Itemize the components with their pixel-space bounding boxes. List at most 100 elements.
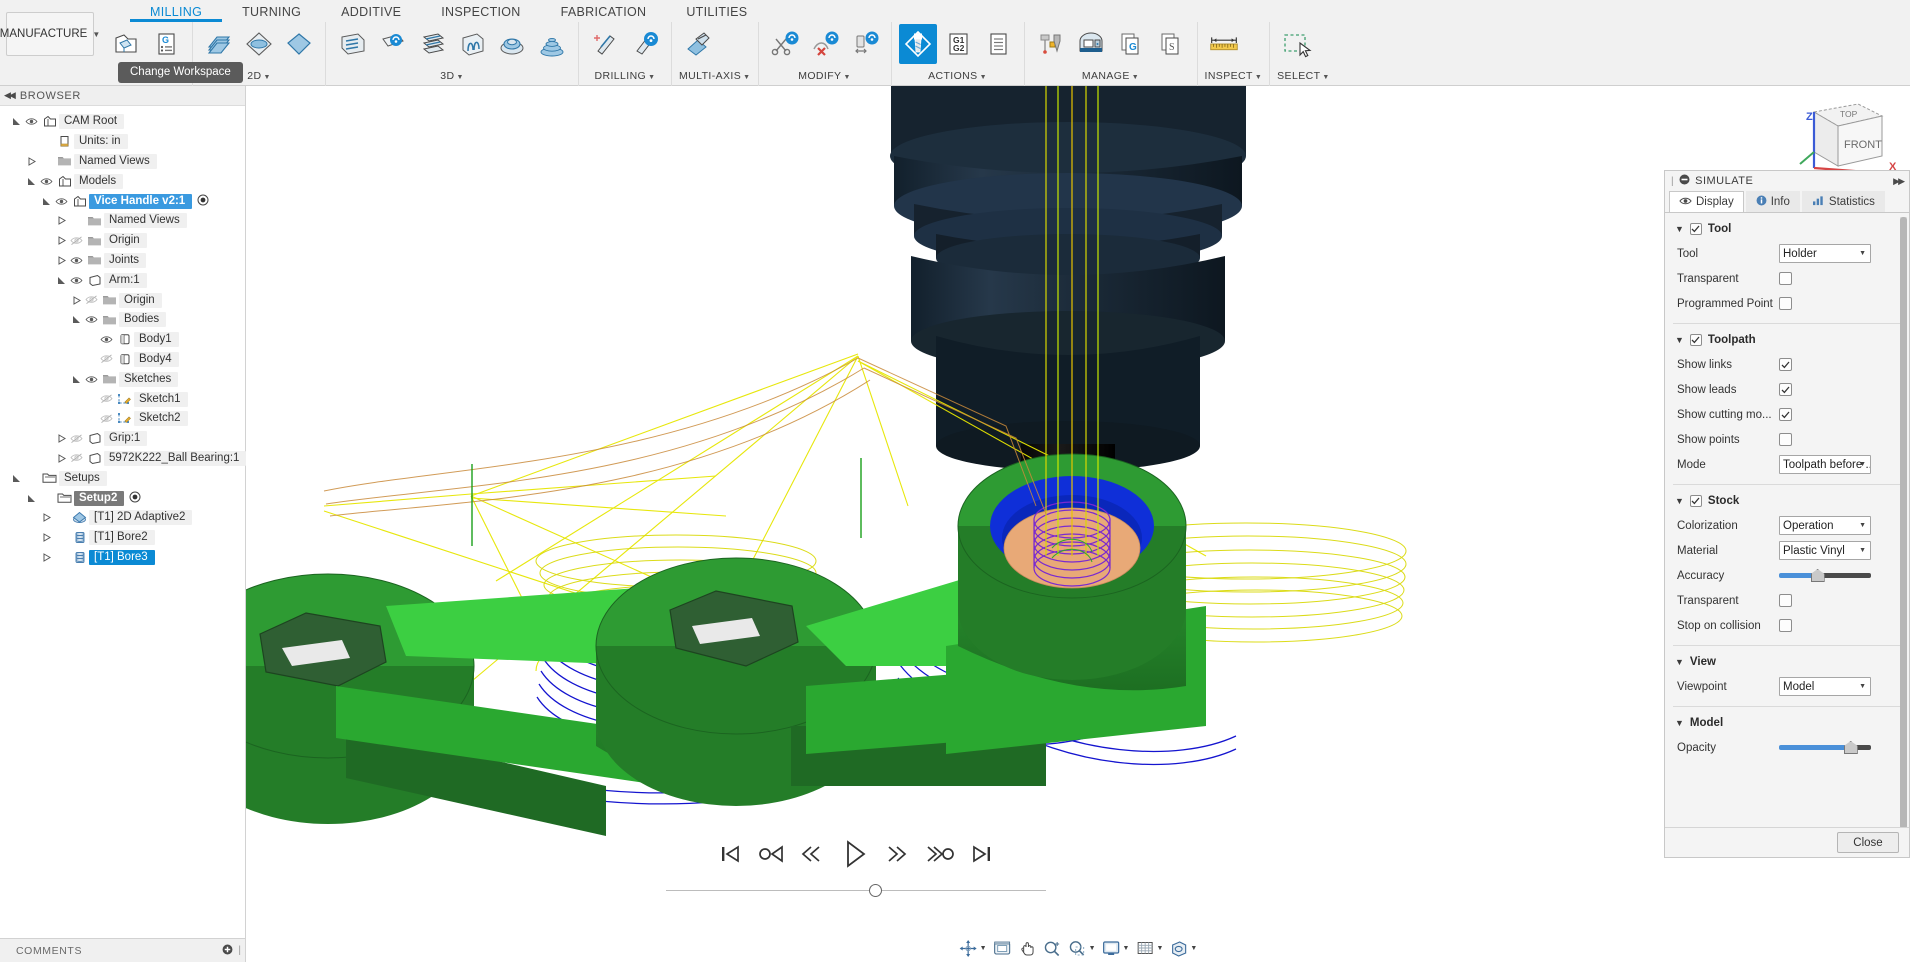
viewpoint-dropdown[interactable]: Model — [1779, 677, 1871, 696]
setup-sheet-icon[interactable]: G — [147, 24, 185, 64]
tab-inspection[interactable]: INSPECTION — [421, 0, 540, 22]
simulate-panel-scrollbar[interactable] — [1900, 217, 1907, 827]
panel-label-modify[interactable]: MODIFY▼ — [766, 70, 884, 86]
collapse-triangle-icon[interactable] — [70, 293, 83, 307]
collapse-triangle-icon[interactable] — [55, 214, 68, 228]
drill-icon[interactable] — [586, 24, 624, 64]
generate-nc-icon[interactable]: G1 G2 — [939, 24, 977, 64]
section-stock-header[interactable]: ▼ Stock — [1665, 491, 1909, 513]
section-model-header[interactable]: ▼ Model — [1665, 713, 1909, 735]
trim-toolpath-icon[interactable] — [766, 24, 804, 64]
fast-forward-button[interactable] — [884, 842, 910, 869]
eye-visible-icon[interactable] — [53, 194, 70, 208]
viewport-3d[interactable]: TOP FRONT Z X | SIMULATE ▶▶ — [246, 86, 1910, 962]
swarf-icon[interactable] — [679, 24, 717, 64]
skip-to-end-button[interactable] — [970, 842, 994, 869]
collapse-browser-icon[interactable]: ◀◀ — [4, 90, 14, 101]
tree-item-setup2[interactable]: Setup2 — [0, 488, 245, 508]
eye-hidden-icon[interactable] — [68, 234, 85, 248]
collapse-triangle-icon[interactable] — [55, 451, 68, 465]
panel-label-inspect[interactable]: INSPECT▼ — [1205, 70, 1263, 86]
eye-visible-icon[interactable] — [83, 372, 100, 386]
expand-triangle-icon[interactable] — [70, 372, 83, 386]
zoom-icon[interactable] — [1041, 937, 1064, 959]
collapse-triangle-icon[interactable] — [55, 253, 68, 267]
skip-to-start-button[interactable] — [718, 842, 742, 869]
tab-fabrication[interactable]: FABRICATION — [541, 0, 667, 22]
new-setup-icon[interactable] — [107, 24, 145, 64]
tab-utilities[interactable]: UTILITIES — [666, 0, 767, 22]
tab-turning[interactable]: TURNING — [222, 0, 321, 22]
expand-triangle-icon[interactable] — [10, 115, 23, 129]
tree-item-sketch1[interactable]: Sketch1 — [0, 389, 245, 409]
extend-toolpath-icon[interactable] — [846, 24, 884, 64]
template-library-icon[interactable]: S — [1152, 24, 1190, 64]
machine-library-icon[interactable] — [1072, 24, 1110, 64]
show-cutting-moves-checkbox[interactable] — [1779, 408, 1792, 421]
section-stock-checkbox[interactable] — [1690, 495, 1702, 507]
panel-label-actions[interactable]: ACTIONS▼ — [899, 70, 1017, 86]
tool-dropdown[interactable]: Holder — [1779, 244, 1871, 263]
expand-triangle-icon[interactable] — [25, 491, 38, 505]
collapse-circle-icon[interactable] — [1679, 174, 1690, 188]
tree-item-named-views[interactable]: Named Views — [0, 152, 245, 172]
tree-item-sketch2[interactable]: Sketch2 — [0, 409, 245, 429]
accuracy-slider[interactable] — [1779, 569, 1871, 583]
tab-display[interactable]: Display — [1669, 191, 1744, 212]
collapse-triangle-icon[interactable] — [40, 511, 53, 525]
grid-snaps-icon[interactable]: ▼ — [1133, 937, 1165, 959]
eye-hidden-icon[interactable] — [83, 293, 100, 307]
tool-library-icon[interactable] — [1032, 24, 1070, 64]
look-at-icon[interactable] — [991, 937, 1014, 959]
workspace-selector[interactable]: MANUFACTURE ▼ — [6, 12, 94, 56]
expand-triangle-icon[interactable] — [40, 194, 53, 208]
eye-visible-icon[interactable] — [68, 273, 85, 287]
select-window-icon[interactable] — [1277, 24, 1315, 64]
tree-item-setups[interactable]: Setups — [0, 468, 245, 488]
step-backward-button[interactable] — [758, 842, 784, 869]
eye-hidden-icon[interactable] — [68, 451, 85, 465]
eye-visible-icon[interactable] — [98, 333, 115, 347]
section-view-header[interactable]: ▼ View — [1665, 652, 1909, 674]
panel-label-multi-axis[interactable]: MULTI-AXIS▼ — [679, 70, 751, 86]
scallop-icon[interactable] — [533, 24, 571, 64]
collapse-triangle-icon[interactable] — [55, 234, 68, 248]
tree-item-body1[interactable]: Body1 — [0, 330, 245, 350]
tree-item-vice-handle-v2-1[interactable]: Vice Handle v2:1 — [0, 191, 245, 211]
post-library-icon[interactable]: G — [1112, 24, 1150, 64]
horizontal-icon[interactable] — [413, 24, 451, 64]
tree-item-sketches[interactable]: Sketches — [0, 369, 245, 389]
opacity-slider[interactable] — [1779, 741, 1871, 755]
tool-transparent-checkbox[interactable] — [1779, 272, 1792, 285]
panel-label-3d[interactable]: 3D▼ — [333, 70, 571, 86]
collapse-triangle-icon[interactable] — [25, 154, 38, 168]
show-points-checkbox[interactable] — [1779, 433, 1792, 446]
tree-item-named-views[interactable]: Named Views — [0, 211, 245, 231]
colorization-dropdown[interactable]: Operation — [1779, 516, 1871, 535]
eye-visible-icon[interactable] — [38, 174, 55, 188]
orbit-icon[interactable]: ▼ — [957, 937, 989, 959]
tree-item-cam-root[interactable]: CAM Root — [0, 112, 245, 132]
eye-hidden-icon[interactable] — [98, 352, 115, 366]
eye-visible-icon[interactable] — [83, 313, 100, 327]
collapse-triangle-icon[interactable] — [40, 550, 53, 564]
pocket3d-icon[interactable] — [373, 24, 411, 64]
tree-item-t1-bore2[interactable]: [T1] Bore2 — [0, 528, 245, 548]
collapse-triangle-icon[interactable] — [55, 432, 68, 446]
tree-item-origin[interactable]: Origin — [0, 231, 245, 251]
tree-item-body4[interactable]: Body4 — [0, 350, 245, 370]
close-button[interactable]: Close — [1837, 832, 1899, 853]
adaptive2d-icon[interactable] — [240, 24, 278, 64]
simulate-icon[interactable] — [899, 24, 937, 64]
eye-visible-icon[interactable] — [23, 115, 40, 129]
panel-label-drilling[interactable]: DRILLING▼ — [586, 70, 664, 86]
activate-radio-icon[interactable] — [197, 194, 209, 209]
panel-label-select[interactable]: SELECT▼ — [1277, 70, 1330, 86]
expand-triangle-icon[interactable] — [70, 313, 83, 327]
bore-icon[interactable] — [626, 24, 664, 64]
expand-triangle-icon[interactable] — [10, 471, 23, 485]
play-button[interactable] — [842, 839, 868, 872]
mode-dropdown[interactable]: Toolpath before ... — [1779, 455, 1871, 474]
measure-icon[interactable] — [1205, 24, 1243, 64]
playback-progress-slider[interactable] — [666, 884, 1046, 898]
